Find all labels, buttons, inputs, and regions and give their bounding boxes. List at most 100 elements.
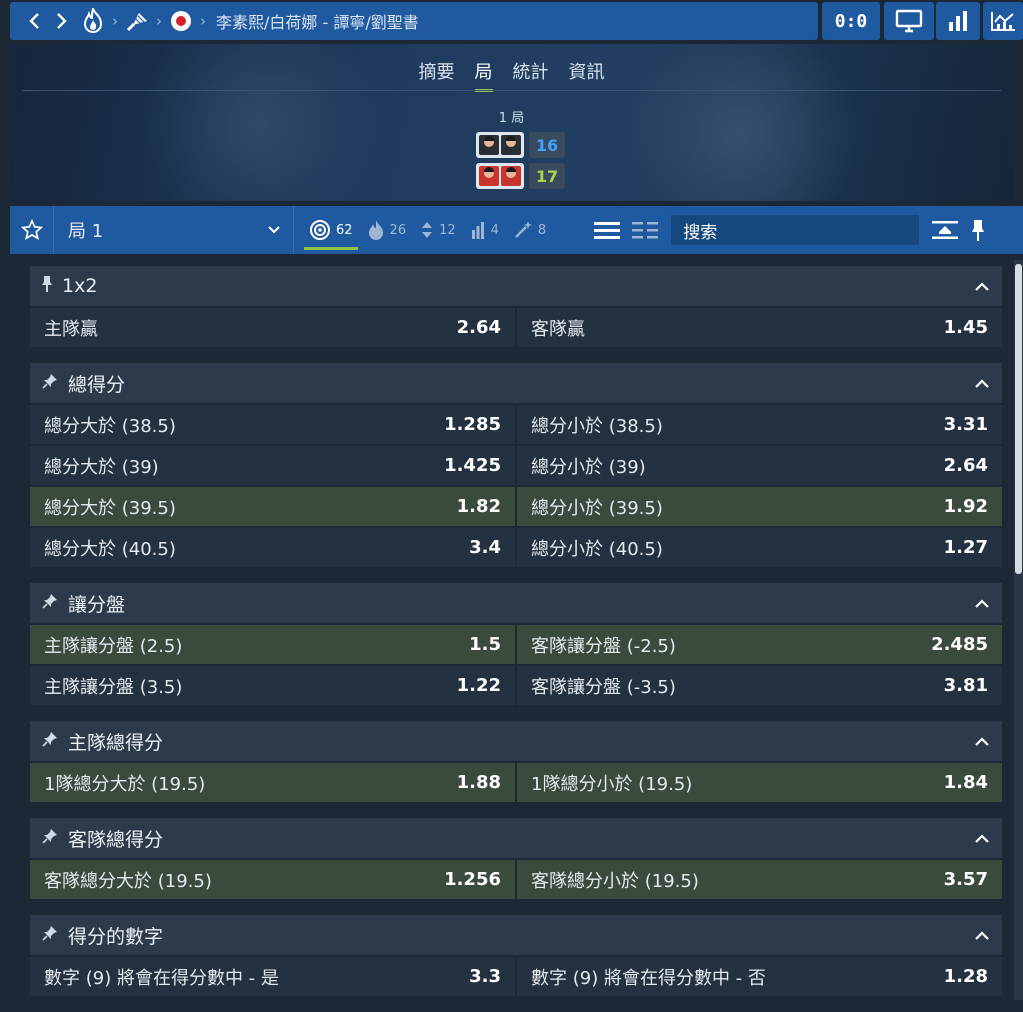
live-fire-icon[interactable] bbox=[80, 2, 106, 40]
odds-button[interactable]: 客隊讓分盤 (-2.5) 2.485 bbox=[517, 625, 1002, 664]
pushpin-icon[interactable] bbox=[42, 828, 58, 848]
target-icon bbox=[310, 220, 330, 240]
odds-value: 1.88 bbox=[456, 772, 501, 793]
odds-value: 1.82 bbox=[456, 496, 501, 517]
player-avatar bbox=[501, 166, 521, 186]
outcome-label: 主隊贏 bbox=[44, 318, 98, 340]
scrollbar-thumb[interactable] bbox=[1015, 264, 1022, 574]
odds-button[interactable]: 客隊讓分盤 (-3.5) 3.81 bbox=[517, 666, 1002, 705]
filter-handicap[interactable]: 4 bbox=[465, 206, 504, 254]
live-stream-button[interactable] bbox=[884, 2, 934, 40]
market-group: 總得分 總分大於 (38.5) 1.285 總分小於 (38.5) 3.31 總分大於 (… bbox=[30, 363, 1002, 567]
market-header[interactable]: 總得分 bbox=[30, 363, 1002, 403]
market-row: 1隊總分大於 (19.5) 1.88 1隊總分小於 (19.5) 1.84 bbox=[30, 763, 1002, 802]
filter-count: 12 bbox=[439, 222, 456, 238]
pushpin-icon[interactable] bbox=[42, 593, 58, 613]
scrollbar[interactable] bbox=[1014, 260, 1023, 1000]
odds-button[interactable]: 總分大於 (39.5) 1.82 bbox=[30, 487, 515, 526]
markets-toolbar: 局 1 62 26 12 4 8 搜索 bbox=[10, 206, 1023, 254]
two-column-view-icon[interactable] bbox=[631, 220, 659, 240]
market-header[interactable]: 得分的數字 bbox=[30, 915, 1002, 955]
view-toggle bbox=[593, 220, 659, 240]
market-header[interactable]: 讓分盤 bbox=[30, 583, 1002, 623]
odds-value: 1.92 bbox=[943, 496, 988, 517]
away-points-value: 17 bbox=[535, 166, 559, 186]
odds-value: 1.84 bbox=[943, 772, 988, 793]
odds-value: 1.22 bbox=[456, 675, 501, 696]
odds-button[interactable]: 1隊總分大於 (19.5) 1.88 bbox=[30, 763, 515, 802]
favorite-star-icon[interactable] bbox=[10, 206, 54, 254]
filter-specials[interactable]: 8 bbox=[508, 206, 551, 254]
toolbar-right-actions bbox=[931, 218, 985, 242]
outcome-label: 主隊讓分盤 (2.5) bbox=[44, 635, 183, 657]
chevron-up-icon[interactable] bbox=[974, 733, 990, 752]
odds-button[interactable]: 1隊總分小於 (19.5) 1.84 bbox=[517, 763, 1002, 802]
odds-button[interactable]: 總分大於 (39) 1.425 bbox=[30, 446, 515, 485]
market-group: 讓分盤 主隊讓分盤 (2.5) 1.5 客隊讓分盤 (-2.5) 2.485 主隊讓分盤 … bbox=[30, 583, 1002, 705]
chevron-up-icon[interactable] bbox=[974, 595, 990, 614]
odds-button[interactable]: 客隊總分小於 (19.5) 3.57 bbox=[517, 860, 1002, 899]
market-header[interactable]: 客隊總得分 bbox=[30, 818, 1002, 858]
back-arrow-icon[interactable] bbox=[22, 2, 48, 40]
period-select[interactable]: 局 1 bbox=[54, 206, 294, 254]
market-group: 1x2 主隊贏 2.64 客隊贏 1.45 bbox=[30, 266, 1002, 347]
tab-statistics[interactable]: 統計 bbox=[503, 58, 559, 88]
odds-value: 3.4 bbox=[469, 537, 501, 558]
tab-summary[interactable]: 摘要 bbox=[409, 58, 465, 88]
filter-popular[interactable]: 26 bbox=[362, 206, 412, 254]
odds-button[interactable]: 總分大於 (38.5) 1.285 bbox=[30, 405, 515, 444]
tab-sets[interactable]: 局 bbox=[465, 58, 503, 92]
ladder-icon bbox=[471, 222, 484, 239]
market-filters: 62 26 12 4 8 bbox=[304, 206, 551, 254]
updown-icon bbox=[422, 222, 433, 238]
market-group: 主隊總得分 1隊總分大於 (19.5) 1.88 1隊總分小於 (19.5) 1.84 bbox=[30, 721, 1002, 802]
odds-button[interactable]: 數字 (9) 將會在得分數中 - 是 3.3 bbox=[30, 957, 515, 996]
market-row: 總分大於 (39) 1.425 總分小於 (39) 2.64 bbox=[30, 446, 1002, 485]
filter-totals[interactable]: 12 bbox=[415, 206, 461, 254]
market-title: 主隊總得分 bbox=[68, 731, 164, 754]
odds-button[interactable]: 主隊讓分盤 (2.5) 1.5 bbox=[30, 625, 515, 664]
odds-button[interactable]: 總分小於 (39.5) 1.92 bbox=[517, 487, 1002, 526]
tab-info[interactable]: 資訊 bbox=[559, 58, 615, 88]
market-header[interactable]: 主隊總得分 bbox=[30, 721, 1002, 761]
chevron-up-icon[interactable] bbox=[974, 830, 990, 849]
badminton-shuttlecock-icon[interactable] bbox=[124, 2, 150, 40]
forward-arrow-icon[interactable] bbox=[48, 2, 74, 40]
odds-button[interactable]: 總分大於 (40.5) 3.4 bbox=[30, 528, 515, 567]
odds-button[interactable]: 總分小於 (39) 2.64 bbox=[517, 446, 1002, 485]
pin-icon[interactable] bbox=[971, 218, 985, 242]
home-points-value: 16 bbox=[535, 135, 559, 155]
chevron-up-icon[interactable] bbox=[974, 278, 990, 297]
statistics-button[interactable] bbox=[936, 2, 980, 40]
pushpin-icon[interactable] bbox=[42, 373, 58, 393]
filter-all[interactable]: 62 bbox=[304, 206, 358, 254]
odds-button[interactable]: 客隊總分大於 (19.5) 1.256 bbox=[30, 860, 515, 899]
market-row: 總分大於 (39.5) 1.82 總分小於 (39.5) 1.92 bbox=[30, 487, 1002, 526]
divider bbox=[22, 90, 1001, 91]
outcome-label: 客隊贏 bbox=[531, 318, 585, 340]
outcome-label: 總分小於 (40.5) bbox=[531, 538, 663, 560]
japan-flag-icon[interactable] bbox=[168, 2, 194, 40]
chevron-up-icon[interactable] bbox=[974, 375, 990, 394]
pin-icon[interactable] bbox=[42, 275, 52, 297]
odds-button[interactable]: 主隊讓分盤 (3.5) 1.22 bbox=[30, 666, 515, 705]
outcome-label: 數字 (9) 將會在得分數中 - 否 bbox=[531, 967, 766, 989]
breadcrumb-separator-icon: › bbox=[156, 12, 162, 30]
pushpin-icon[interactable] bbox=[42, 925, 58, 945]
match-header: 摘要 局 統計 資訊 1 局 16 17 bbox=[10, 44, 1013, 201]
filter-count: 26 bbox=[389, 222, 407, 238]
market-row: 主隊贏 2.64 客隊贏 1.45 bbox=[30, 308, 1002, 347]
tracker-button[interactable] bbox=[983, 2, 1023, 40]
odds-value: 1.425 bbox=[444, 455, 501, 476]
pushpin-icon[interactable] bbox=[42, 731, 58, 751]
odds-button[interactable]: 數字 (9) 將會在得分數中 - 否 1.28 bbox=[517, 957, 1002, 996]
chevron-up-icon[interactable] bbox=[974, 927, 990, 946]
odds-button[interactable]: 主隊贏 2.64 bbox=[30, 308, 515, 347]
collapse-all-icon[interactable] bbox=[931, 220, 959, 240]
odds-button[interactable]: 客隊贏 1.45 bbox=[517, 308, 1002, 347]
odds-button[interactable]: 總分小於 (38.5) 3.31 bbox=[517, 405, 1002, 444]
list-view-icon[interactable] bbox=[593, 220, 621, 240]
odds-button[interactable]: 總分小於 (40.5) 1.27 bbox=[517, 528, 1002, 567]
market-header[interactable]: 1x2 bbox=[30, 266, 1002, 306]
search-input[interactable]: 搜索 bbox=[671, 215, 920, 245]
